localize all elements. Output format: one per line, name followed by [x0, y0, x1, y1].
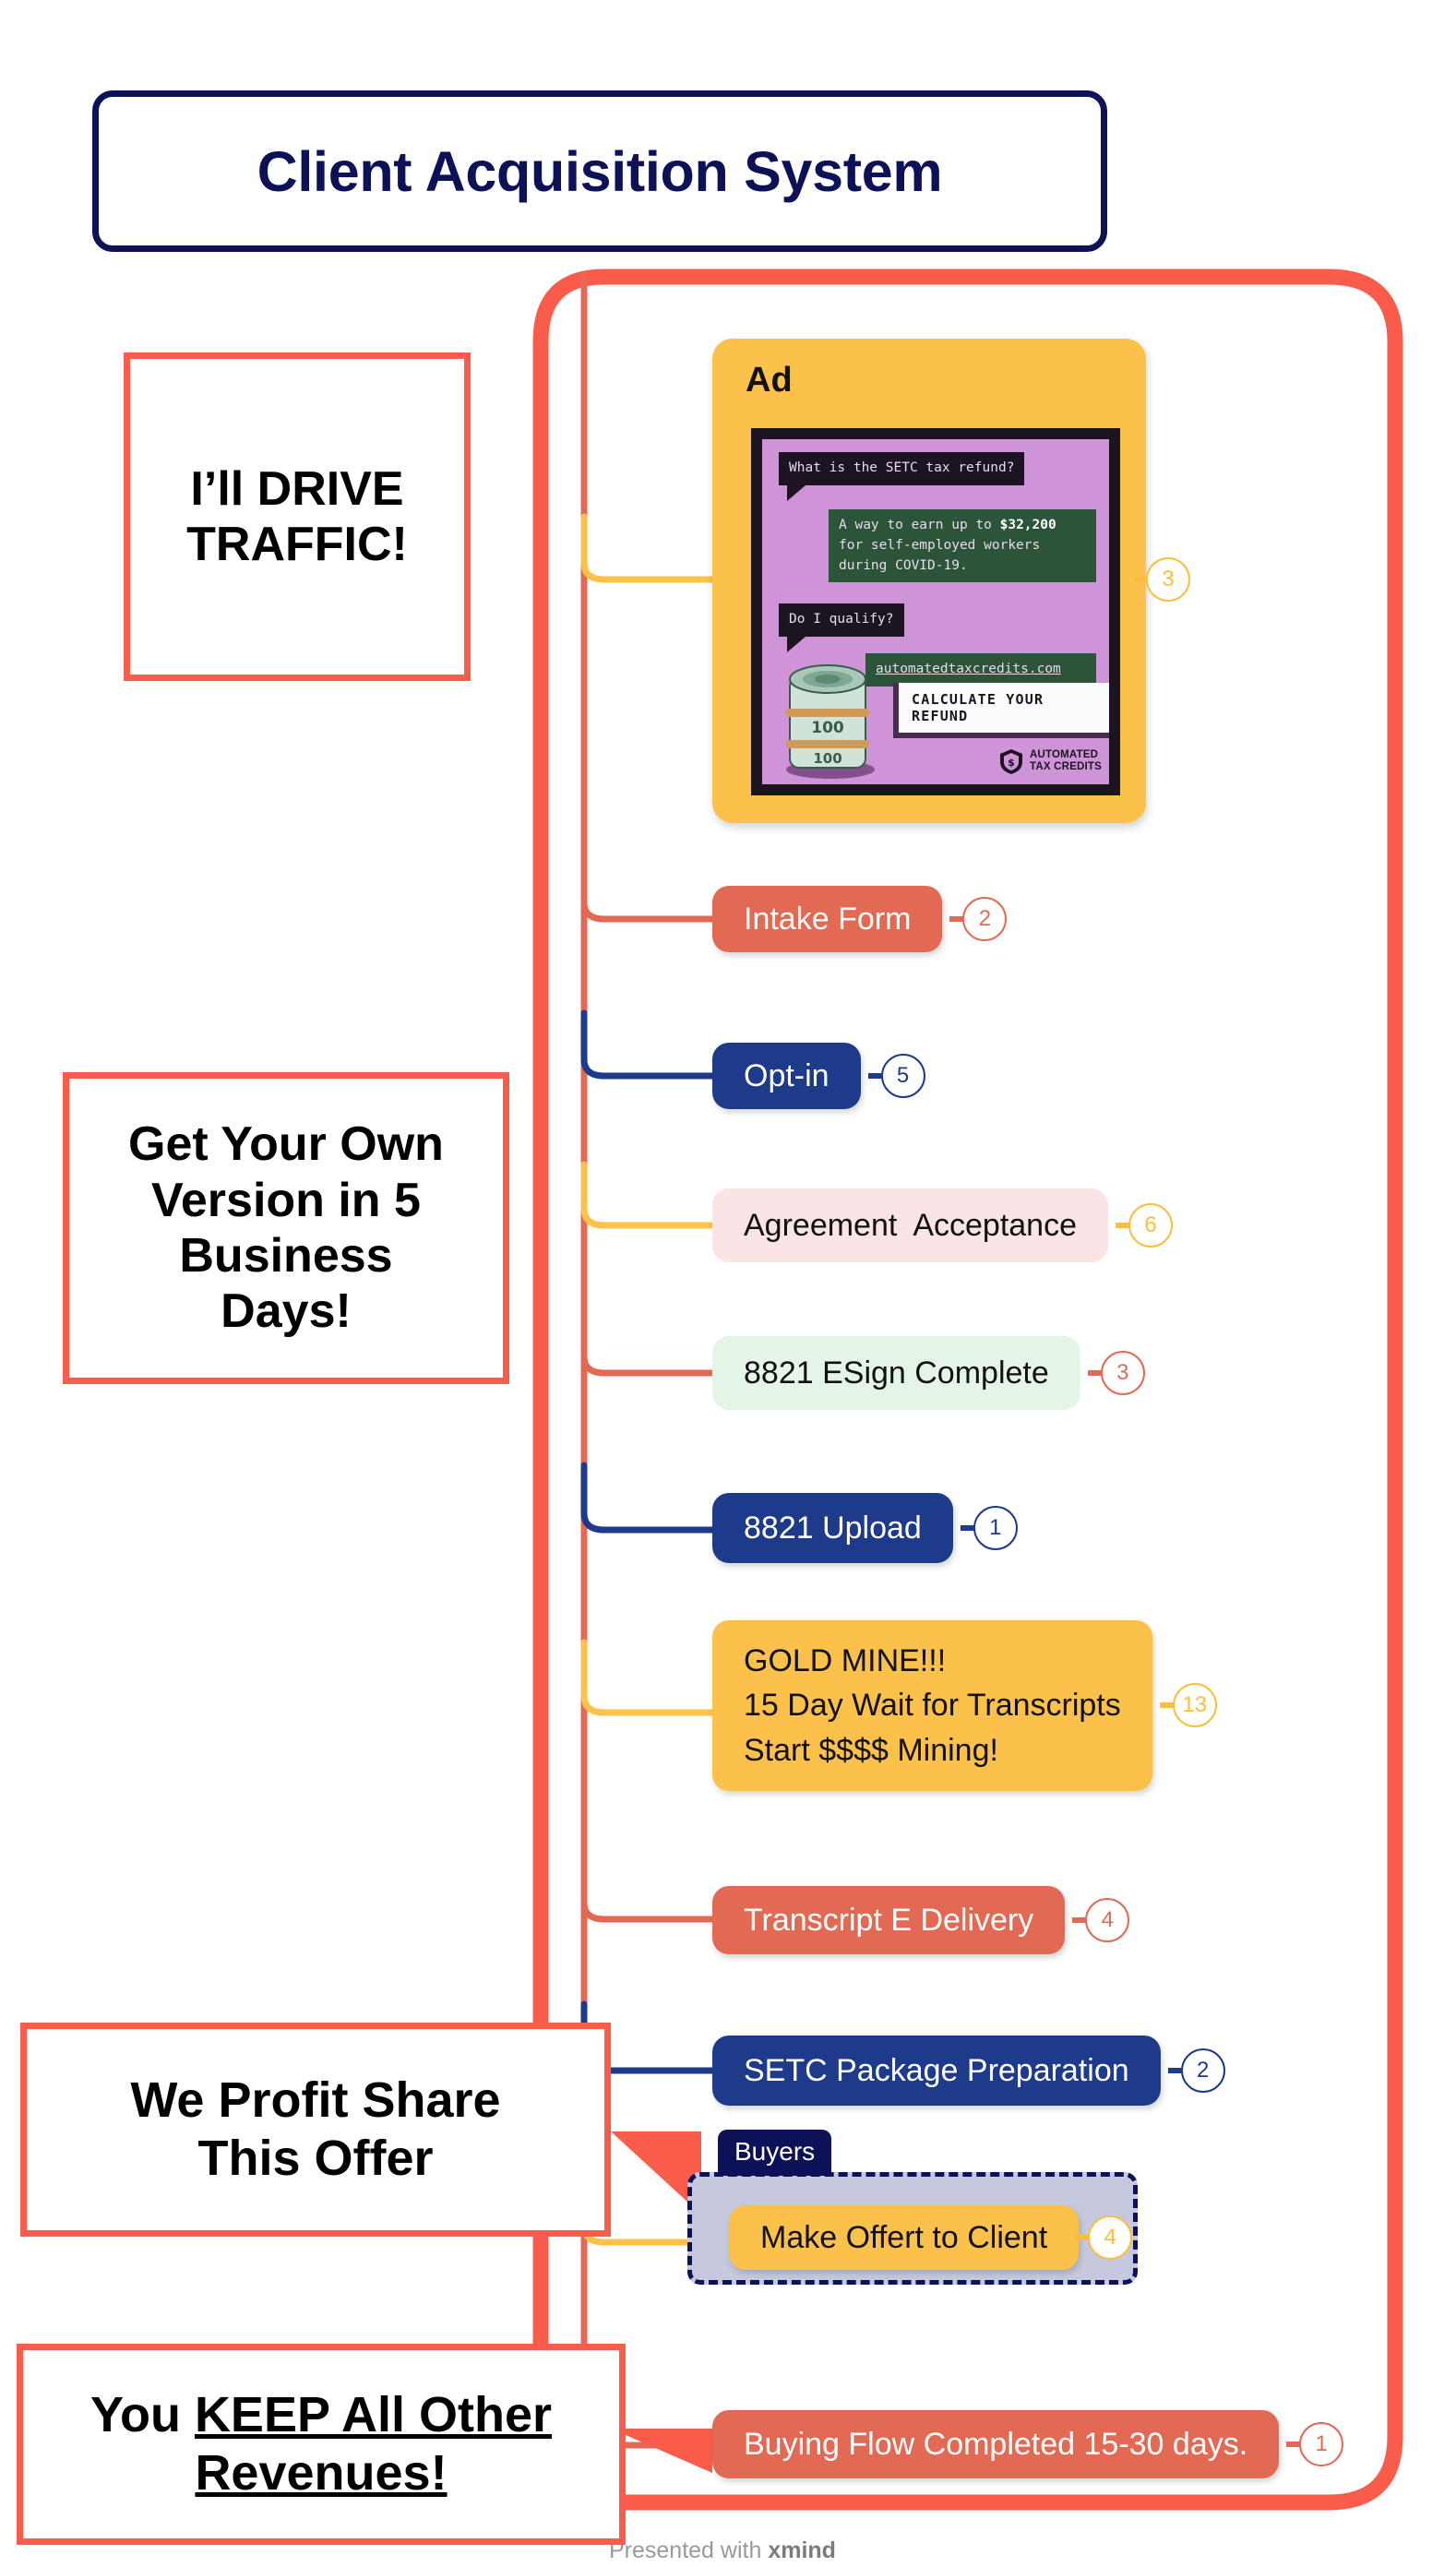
badge-make-offert-to-client[interactable]: 4: [1088, 2215, 1133, 2260]
money-roll-icon: 100 100: [786, 664, 875, 779]
node-buying-flow-completed-row: Buying Flow Completed 15-30 days. 1: [712, 2410, 1344, 2478]
callout-drive-traffic-text: I’ll DRIVE TRAFFIC!: [186, 461, 408, 571]
callout-keep-revenues: You KEEP All Other Revenues!: [17, 2344, 626, 2545]
mindmap-canvas: Client Acquisition System Ad What is the…: [0, 0, 1456, 2567]
node-setc-package-preparation[interactable]: SETC Package Preparation: [712, 2036, 1161, 2106]
node-make-offert-to-client[interactable]: Make Offert to Client: [729, 2205, 1080, 2270]
central-topic[interactable]: Client Acquisition System: [92, 90, 1107, 252]
node-setc-package-preparation-label: SETC Package Preparation: [744, 2052, 1129, 2088]
callout-drive-traffic: I’ll DRIVE TRAFFIC!: [124, 352, 471, 681]
boundary-buyers-label: Buyers: [718, 2130, 832, 2176]
node-8821-upload[interactable]: 8821 Upload: [712, 1493, 953, 1563]
callout-keep-revenues-text: You KEEP All Other Revenues!: [90, 2387, 553, 2501]
ad-card-title: Ad: [746, 361, 793, 400]
node-transcript-e-delivery[interactable]: Transcript E Delivery: [712, 1886, 1066, 1954]
badge-intake-form[interactable]: 2: [962, 897, 1008, 941]
node-8821-esign-complete-row: 8821 ESign Complete 3: [712, 1336, 1145, 1410]
node-transcript-e-delivery-label: Transcript E Delivery: [744, 1902, 1034, 1938]
node-8821-esign-complete[interactable]: 8821 ESign Complete: [712, 1336, 1080, 1410]
node-ad[interactable]: Ad What is the SETC tax refund? A way to…: [712, 339, 1146, 823]
svg-text:100: 100: [813, 750, 841, 767]
badge-ad[interactable]: 3: [1146, 557, 1190, 602]
badge-gold-mine[interactable]: 13: [1172, 1683, 1217, 1728]
badge-8821-upload[interactable]: 1: [973, 1506, 1018, 1550]
node-gold-mine-label: GOLD MINE!!! 15 Day Wait for Transcripts…: [744, 1643, 1121, 1768]
node-agreement-acceptance[interactable]: Agreement Acceptance: [712, 1188, 1109, 1262]
ad-question-2: Do I qualify?: [779, 603, 904, 652]
ad-brand-text: AUTOMATED TAX CREDITS: [1029, 749, 1102, 772]
node-make-offert-to-client-label: Make Offert to Client: [760, 2219, 1048, 2255]
node-8821-upload-row: 8821 Upload 1: [712, 1493, 1018, 1563]
ad-answer-2: automatedtaxcredits.com: [865, 653, 1096, 687]
shield-icon: $: [999, 749, 1022, 774]
node-transcript-e-delivery-row: Transcript E Delivery 4: [712, 1886, 1130, 1954]
xmind-watermark: Presented with xmind: [609, 2537, 836, 2563]
node-setc-package-preparation-row: SETC Package Preparation 2: [712, 2036, 1225, 2106]
node-gold-mine[interactable]: GOLD MINE!!! 15 Day Wait for Transcripts…: [712, 1620, 1152, 1791]
node-intake-form[interactable]: Intake Form: [712, 886, 943, 952]
page-title: Client Acquisition System: [257, 139, 943, 203]
badge-8821-esign-complete[interactable]: 3: [1100, 1351, 1145, 1395]
ad-brand-logo: $ AUTOMATED TAX CREDITS: [997, 747, 1102, 775]
badge-agreement-acceptance[interactable]: 6: [1128, 1203, 1174, 1248]
badge-opt-in[interactable]: 5: [880, 1054, 925, 1098]
ad-cta-button[interactable]: CALCULATE YOUR REFUND: [893, 683, 1109, 733]
keep-revenues-pointer: [611, 2429, 712, 2473]
badge-transcript-e-delivery[interactable]: 4: [1085, 1898, 1130, 1942]
svg-text:$: $: [1008, 757, 1015, 769]
node-make-offert-to-client-row: Make Offert to Client 4: [729, 2205, 1133, 2270]
node-opt-in[interactable]: Opt-in: [712, 1043, 861, 1109]
node-opt-in-row: Opt-in 5: [712, 1043, 925, 1109]
callout-own-version: Get Your Own Version in 5 Business Days!: [63, 1072, 509, 1384]
ad-creative-image: What is the SETC tax refund? A way to ea…: [751, 428, 1120, 795]
svg-text:100: 100: [811, 719, 844, 737]
node-intake-form-label: Intake Form: [744, 901, 912, 937]
ad-question-1: What is the SETC tax refund?: [779, 452, 1025, 501]
callout-own-version-text: Get Your Own Version in 5 Business Days!: [128, 1117, 444, 1339]
callout-profit-share-text: We Profit Share This Offer: [130, 2072, 501, 2186]
node-8821-esign-complete-label: 8821 ESign Complete: [744, 1355, 1049, 1391]
node-intake-form-row: Intake Form 2: [712, 886, 1008, 952]
node-agreement-acceptance-label: Agreement Acceptance: [744, 1207, 1078, 1243]
node-gold-mine-row: GOLD MINE!!! 15 Day Wait for Transcripts…: [712, 1620, 1217, 1791]
node-ad-badge-wrap: 3: [1146, 557, 1190, 602]
badge-buying-flow-completed[interactable]: 1: [1299, 2422, 1344, 2466]
callout-profit-share: We Profit Share This Offer: [20, 2023, 611, 2237]
node-8821-upload-label: 8821 Upload: [744, 1510, 922, 1546]
node-agreement-acceptance-row: Agreement Acceptance 6: [712, 1188, 1174, 1262]
node-opt-in-label: Opt-in: [744, 1057, 829, 1093]
ad-answer-1: A way to earn up to $32,200 for self-emp…: [829, 509, 1096, 583]
badge-setc-package-preparation[interactable]: 2: [1180, 2048, 1225, 2093]
node-buying-flow-completed[interactable]: Buying Flow Completed 15-30 days.: [712, 2410, 1280, 2478]
node-buying-flow-completed-label: Buying Flow Completed 15-30 days.: [744, 2426, 1248, 2462]
